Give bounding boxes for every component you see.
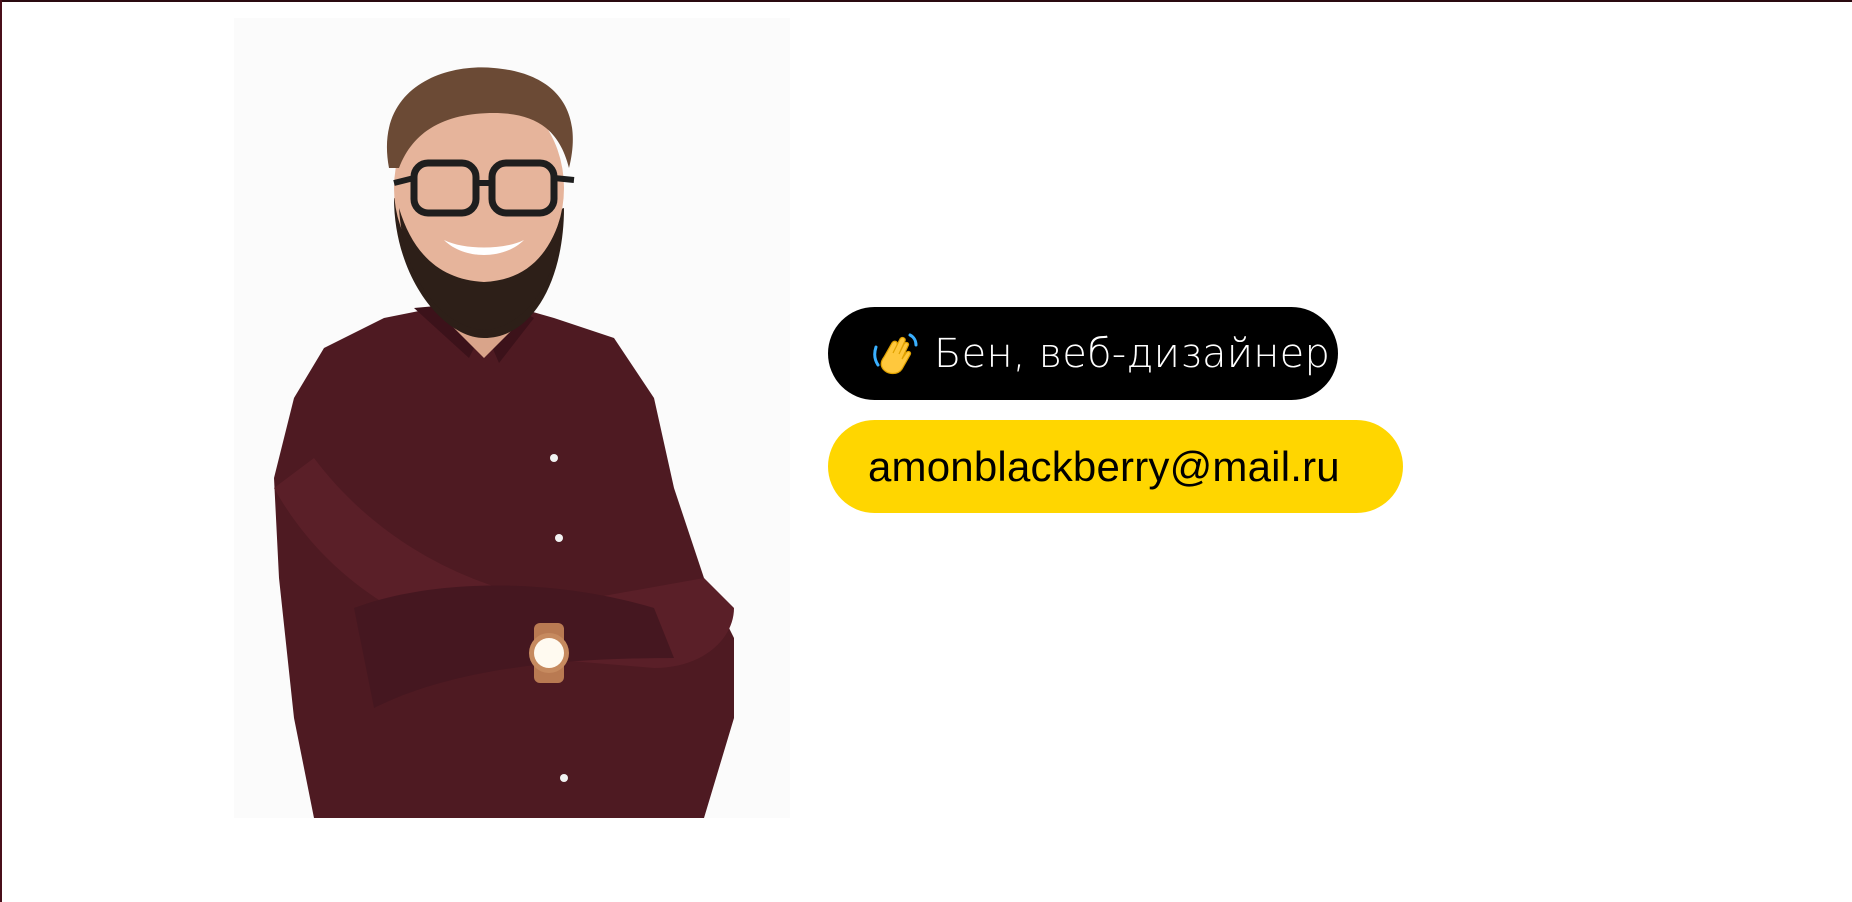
frame-top-edge — [0, 0, 1852, 2]
waving-hand-icon — [872, 331, 918, 377]
frame-left-edge — [0, 0, 2, 902]
name-badge-label: Бен, веб-дизайнер — [934, 330, 1331, 377]
portrait-photo — [234, 18, 790, 818]
name-badge: Бен, веб-дизайнер — [828, 307, 1338, 400]
email-badge-label: amonblackberry@mail.ru — [868, 442, 1340, 490]
email-badge[interactable]: amonblackberry@mail.ru — [828, 420, 1403, 513]
